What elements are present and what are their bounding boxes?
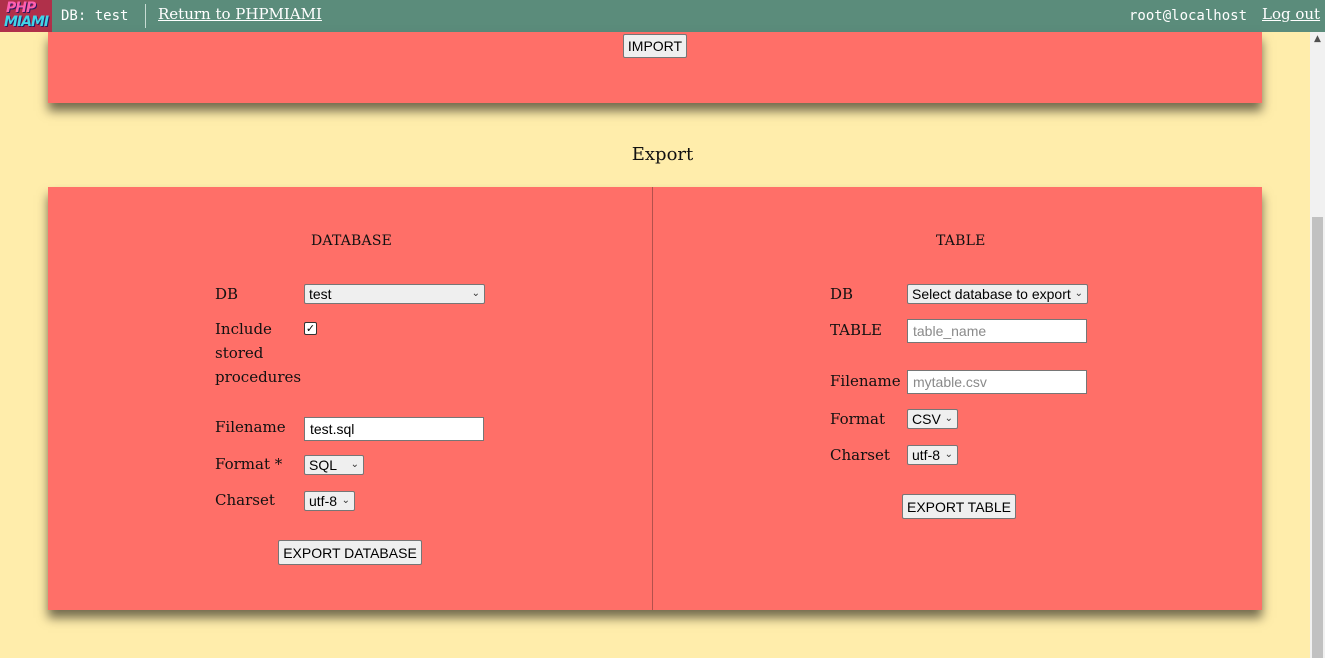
chevron-down-icon: ⌄ [341, 495, 350, 506]
column-divider [652, 187, 653, 610]
import-panel: IMPORT [48, 32, 1262, 103]
db-charset-value: utf-8 [309, 493, 338, 509]
logo-text-miami: MIAMI [4, 14, 49, 30]
table-format-select[interactable]: CSV ⌄ [907, 409, 958, 429]
include-procedures-label-1: Include [215, 320, 272, 338]
top-bar: PHP MIAMI DB: test Return to PHPMIAMI ro… [0, 0, 1325, 32]
current-db-label: DB: test [61, 8, 129, 24]
database-select[interactable]: test ⌄ [304, 284, 485, 304]
table-name-label: TABLE [830, 321, 882, 339]
table-filename-label: Filename [830, 372, 901, 390]
db-format-label: Format * [215, 455, 283, 473]
include-procedures-label-3: procedures [215, 368, 302, 386]
chevron-down-icon: ⌄ [350, 459, 359, 470]
table-charset-select[interactable]: utf-8 ⌄ [907, 445, 958, 465]
page-scrollbar[interactable]: ▲ [1310, 32, 1325, 658]
db-format-value: SQL [309, 457, 338, 473]
table-name-input[interactable]: table_name [907, 319, 1087, 343]
table-db-label: DB [830, 285, 854, 303]
db-label: DB [215, 285, 239, 303]
export-database-button[interactable]: EXPORT DATABASE [278, 540, 422, 565]
db-filename-input[interactable]: test.sql [304, 417, 484, 441]
table-charset-value: utf-8 [912, 447, 941, 463]
export-panel: DATABASE DB test ⌄ Include stored proced… [48, 187, 1262, 610]
db-filename-label: Filename [215, 418, 286, 436]
db-format-select[interactable]: SQL ⌄ [304, 455, 364, 475]
db-charset-label: Charset [215, 491, 275, 509]
return-link[interactable]: Return to PHPMIAMI [158, 5, 322, 23]
table-format-label: Format [830, 410, 885, 428]
arrow-up-icon[interactable]: ▲ [1310, 32, 1325, 47]
current-user: root@localhost [1129, 8, 1248, 24]
include-procedures-label-2: stored [215, 344, 264, 362]
table-format-value: CSV [912, 411, 941, 427]
db-charset-select[interactable]: utf-8 ⌄ [304, 491, 355, 511]
export-table-button[interactable]: EXPORT TABLE [902, 494, 1016, 519]
logout-link[interactable]: Log out [1262, 5, 1320, 23]
import-button[interactable]: IMPORT [623, 34, 687, 58]
include-procedures-checkbox[interactable]: ✓ [304, 322, 317, 335]
chevron-down-icon: ⌄ [1074, 288, 1083, 299]
logo-text-php: PHP [6, 0, 36, 16]
table-heading: TABLE [936, 233, 986, 249]
phpmiami-logo[interactable]: PHP MIAMI [0, 0, 52, 32]
database-select-value: test [309, 286, 332, 302]
chevron-down-icon: ⌄ [944, 449, 953, 460]
table-database-select[interactable]: Select database to export ⌄ [907, 284, 1088, 304]
table-filename-input[interactable]: mytable.csv [907, 370, 1087, 394]
table-charset-label: Charset [830, 446, 890, 464]
export-title: Export [631, 144, 694, 165]
chevron-down-icon: ⌄ [944, 413, 953, 424]
topbar-divider [145, 4, 146, 28]
table-database-select-value: Select database to export [912, 286, 1071, 302]
database-heading: DATABASE [311, 233, 393, 249]
scrollbar-thumb[interactable] [1312, 217, 1323, 658]
chevron-down-icon: ⌄ [471, 288, 480, 299]
